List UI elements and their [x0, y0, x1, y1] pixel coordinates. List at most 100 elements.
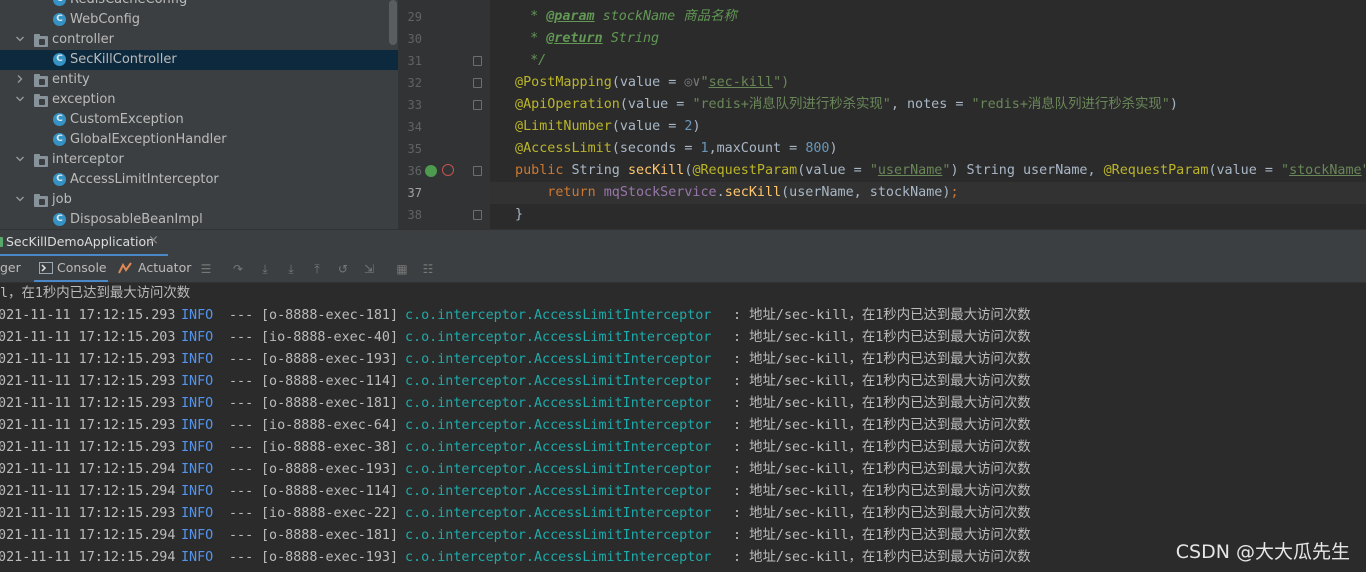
log-date: 2021-11-11 17:12:15.294	[0, 528, 176, 543]
log-line: 2021-11-11 17:12:15.294 INFO --- [o-8888-ex…	[0, 459, 1366, 481]
log-logger[interactable]: c.o.interceptor.AccessLimitInterceptor	[405, 305, 711, 327]
project-tree[interactable]: C RedisCacheConfig C WebConfig controller C Se…	[0, 0, 398, 229]
chevron-down-icon[interactable]	[16, 195, 24, 203]
line-number: 37	[407, 186, 422, 200]
tree-item[interactable]: job	[0, 190, 398, 210]
run-tab-seckill-demo[interactable]: SecKillDemoApplication ×	[0, 230, 168, 256]
code-line: @AccessLimit(seconds = 1,maxCount = 800)	[490, 138, 1366, 160]
fold-marker-icon[interactable]	[473, 210, 482, 220]
log-logger[interactable]: c.o.interceptor.AccessLimitInterceptor	[405, 327, 711, 349]
log-logger[interactable]: c.o.interceptor.AccessLimitInterceptor	[405, 481, 711, 503]
log-logger[interactable]: c.o.interceptor.AccessLimitInterceptor	[405, 349, 711, 371]
tree-item-label: RedisCacheConfig	[70, 0, 187, 10]
log-level: INFO	[181, 374, 214, 389]
console-output[interactable]: l，在1秒内已达到最大访问次数 2021-11-11 17:12:15.293 I…	[0, 283, 1366, 572]
tree-item[interactable]: controller	[0, 30, 398, 50]
line-number: 35	[407, 142, 422, 156]
run-to-cursor-icon[interactable]: ⇲	[362, 262, 376, 276]
step-out-icon[interactable]: ⤒	[310, 262, 324, 276]
log-logger[interactable]: c.o.interceptor.AccessLimitInterceptor	[405, 525, 711, 547]
log-message: : 地址/sec-kill，在1秒内已达到最大访问次数	[733, 308, 1031, 323]
fold-marker-icon[interactable]	[473, 100, 482, 110]
fold-marker-icon[interactable]	[473, 166, 482, 176]
fold-marker-icon[interactable]	[473, 56, 482, 66]
tree-item[interactable]: exception	[0, 90, 398, 110]
log-logger[interactable]: c.o.interceptor.AccessLimitInterceptor	[405, 503, 711, 525]
tab-actuator[interactable]: Actuator	[118, 256, 192, 280]
log-message: : 地址/sec-kill，在1秒内已达到最大访问次数	[733, 418, 1031, 433]
chevron-right-icon[interactable]	[16, 75, 24, 83]
log-level: INFO	[181, 308, 214, 323]
code-token: @LimitNumber	[507, 119, 612, 134]
chevron-down-icon[interactable]	[16, 95, 24, 103]
code-token: stockName	[1289, 163, 1362, 178]
web-endpoint-icon[interactable]	[425, 165, 437, 177]
breakpoint-icon[interactable]	[442, 164, 454, 176]
tree-item[interactable]: C SecKillController	[0, 50, 398, 70]
log-level: INFO	[181, 440, 214, 455]
class-icon: C	[53, 53, 66, 66]
tree-item-label: job	[52, 192, 72, 207]
log-separator: ---	[229, 462, 254, 477]
code-line: * @return String	[490, 28, 1366, 50]
chevron-down-icon[interactable]	[16, 155, 24, 163]
log-message: : 地址/sec-kill，在1秒内已达到最大访问次数	[733, 528, 1031, 543]
log-logger[interactable]: c.o.interceptor.AccessLimitInterceptor	[405, 393, 711, 415]
log-level: INFO	[181, 418, 214, 433]
tree-item-label: entity	[52, 72, 90, 87]
tree-item[interactable]: entity	[0, 70, 398, 90]
editor-gutter[interactable]: 29 30 31 32 33 34 35 36 37 38	[398, 0, 490, 229]
evaluate-icon[interactable]: ▦	[395, 262, 409, 276]
log-logger[interactable]: c.o.interceptor.AccessLimitInterceptor	[405, 371, 711, 393]
tab-console-label: Console	[57, 260, 107, 275]
log-date: 2021-11-11 17:12:15.203	[0, 330, 176, 345]
class-icon: C	[53, 0, 66, 6]
line-number: 34	[407, 120, 422, 134]
code-token: @ApiOperation	[507, 97, 620, 112]
log-separator: ---	[229, 506, 254, 521]
code-token: "redis+消息队列进行秒杀实现"	[692, 97, 891, 112]
log-separator: ---	[229, 528, 254, 543]
tree-item-label: AccessLimitInterceptor	[70, 172, 219, 187]
tree-item[interactable]: C RedisCacheConfig	[0, 0, 398, 10]
log-date: 2021-11-11 17:12:15.293	[0, 506, 176, 521]
code-token: return	[507, 185, 604, 200]
chevron-down-icon[interactable]	[16, 35, 24, 43]
code-token: (value =	[611, 75, 685, 90]
tree-item[interactable]: C DisposableBeanImpl	[0, 210, 398, 229]
log-date: 2021-11-11 17:12:15.293	[0, 440, 176, 455]
tree-scrollbar[interactable]	[389, 0, 397, 45]
step-over-icon[interactable]: ↷	[231, 262, 245, 276]
trace-icon[interactable]: ☷	[421, 262, 435, 276]
log-line: 2021-11-11 17:12:15.293 INFO --- [o-8888-ex…	[0, 393, 1366, 415]
tree-item[interactable]: C GlobalExceptionHandler	[0, 130, 398, 150]
tree-item[interactable]: interceptor	[0, 150, 398, 170]
code-token: )	[829, 141, 838, 156]
log-logger[interactable]: c.o.interceptor.AccessLimitInterceptor	[405, 459, 711, 481]
tree-item[interactable]: C AccessLimitInterceptor	[0, 170, 398, 190]
menu-icon[interactable]: ☰	[199, 262, 213, 276]
tree-item[interactable]: C WebConfig	[0, 10, 398, 30]
fold-marker-icon[interactable]	[473, 78, 482, 88]
tree-item-label: controller	[52, 32, 115, 47]
log-separator: ---	[229, 440, 254, 455]
drop-frame-icon[interactable]: ↺	[336, 262, 350, 276]
close-icon[interactable]: ×	[148, 233, 159, 248]
tab-console[interactable]: Console	[34, 256, 108, 282]
log-logger[interactable]: c.o.interceptor.AccessLimitInterceptor	[405, 547, 711, 569]
tab-actuator-label: Actuator	[138, 260, 192, 275]
log-thread: [io-8888-exec-64]	[261, 418, 399, 433]
tree-item[interactable]: C CustomException	[0, 110, 398, 130]
code-line: }	[490, 204, 1366, 226]
code-line: return mqStockService.secKill(userName, …	[490, 182, 1366, 204]
log-logger[interactable]: c.o.interceptor.AccessLimitInterceptor	[405, 437, 711, 459]
tab-debugger[interactable]: ger	[0, 256, 21, 280]
code-token: (seconds =	[611, 141, 701, 156]
log-date: 2021-11-11 17:12:15.294	[0, 462, 176, 477]
force-step-into-icon[interactable]: ⤓	[284, 262, 298, 276]
code-editor[interactable]: * @param stockName 商品名称 * @return String…	[490, 0, 1366, 229]
class-icon: C	[53, 213, 66, 226]
log-logger[interactable]: c.o.interceptor.AccessLimitInterceptor	[405, 415, 711, 437]
step-into-icon[interactable]: ⤓	[258, 262, 272, 276]
log-message: : 地址/sec-kill，在1秒内已达到最大访问次数	[733, 374, 1031, 389]
